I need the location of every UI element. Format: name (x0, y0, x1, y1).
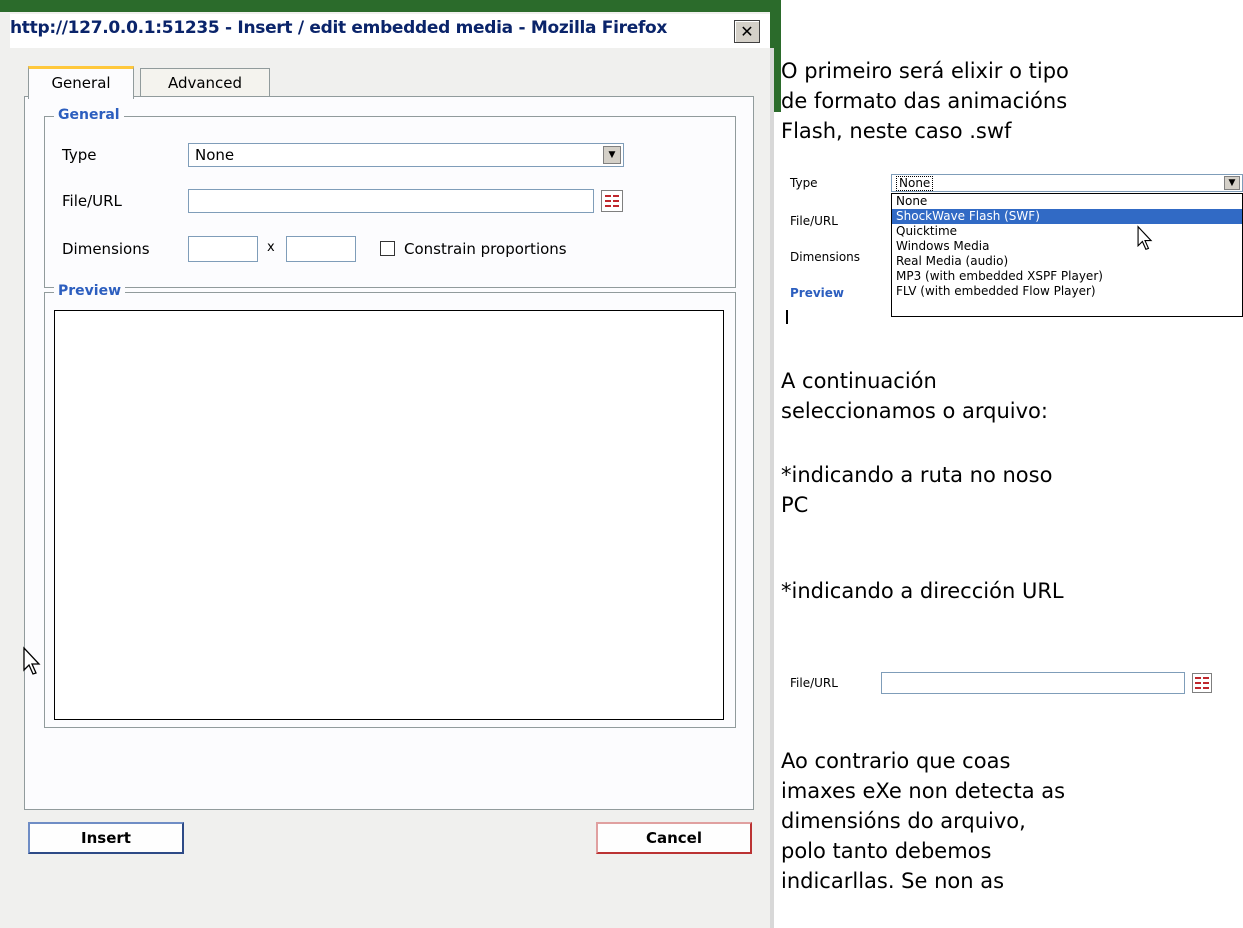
text-line: de formato das animacións (781, 89, 1068, 113)
text-line: Ao contrario que coas (781, 749, 1011, 773)
close-icon: ✕ (740, 22, 754, 41)
cancel-button[interactable]: Cancel (596, 822, 752, 854)
window-frame (0, 0, 781, 12)
text-line: O primeiro será elixir o tipo (781, 59, 1069, 83)
preview-area (54, 310, 724, 720)
snapshot-type-select[interactable]: None ▼ (891, 174, 1243, 192)
instruction-paragraph-4: *indicando a dirección URL (781, 579, 1064, 603)
tab-advanced[interactable]: Advanced (140, 68, 270, 97)
file-url-input[interactable] (188, 189, 594, 213)
tab-general[interactable]: General (28, 66, 134, 99)
instruction-paragraph-2: A continuación seleccionamos o arquivo: (781, 366, 1221, 426)
text-line: seleccionamos o arquivo: (781, 399, 1048, 423)
type-select-value: None (195, 146, 235, 164)
constrain-label: Constrain proportions (404, 240, 567, 258)
option-real-media[interactable]: Real Media (audio) (892, 254, 1242, 269)
height-input[interactable] (286, 236, 356, 262)
option-flv[interactable]: FLV (with embedded Flow Player) (892, 284, 1242, 299)
instruction-paragraph-3: *indicando a ruta no noso PC (781, 460, 1221, 520)
dimensions-separator: x (267, 240, 275, 255)
instruction-paragraph-1: O primeiro será elixir o tipo de formato… (781, 56, 1221, 146)
snapshot-file-label: File/URL (790, 214, 838, 228)
browse-icon[interactable] (601, 190, 623, 212)
option-none[interactable]: None (892, 194, 1242, 209)
option-windows-media[interactable]: Windows Media (892, 239, 1242, 254)
snapshot-type-label: Type (790, 176, 818, 190)
snapshot-preview-edge (786, 310, 788, 324)
text-line: polo tanto debemos (781, 839, 992, 863)
mouse-cursor-icon (23, 646, 41, 675)
divider (770, 48, 774, 928)
constrain-checkbox[interactable] (380, 241, 395, 256)
mouse-cursor-icon (1137, 225, 1153, 250)
snapshot2-file-input[interactable] (881, 672, 1185, 694)
preview-legend: Preview (54, 283, 126, 299)
option-mp3[interactable]: MP3 (with embedded XSPF Player) (892, 269, 1242, 284)
type-select[interactable]: None ▼ (188, 143, 624, 167)
type-label: Type (62, 146, 97, 164)
text-line: PC (781, 493, 809, 517)
width-input[interactable] (188, 236, 258, 262)
text-line: indicarllas. Se non as (781, 869, 1005, 893)
dimensions-label: Dimensions (62, 240, 150, 258)
text-line: Flash, neste caso .swf (781, 119, 1012, 143)
snapshot2-file-label: File/URL (790, 676, 838, 690)
chevron-down-icon[interactable]: ▼ (603, 146, 621, 164)
text-line: dimensións do arquivo, (781, 809, 1026, 833)
window-title: http://127.0.0.1:51235 - Insert / edit e… (10, 18, 668, 38)
snapshot-dimensions-label: Dimensions (790, 250, 861, 264)
instruction-paragraph-5: Ao contrario que coas imaxes eXe non det… (781, 746, 1221, 896)
snapshot-type-value: None (896, 176, 934, 191)
file-url-label: File/URL (62, 192, 122, 210)
text-line: *indicando a ruta no noso (781, 463, 1053, 487)
browse-icon[interactable] (1192, 673, 1212, 693)
insert-button[interactable]: Insert (28, 822, 184, 854)
title-bar: http://127.0.0.1:51235 - Insert / edit e… (10, 14, 770, 48)
general-legend: General (54, 107, 124, 123)
option-quicktime[interactable]: Quicktime (892, 224, 1242, 239)
snapshot-type-options: None ShockWave Flash (SWF) Quicktime Win… (891, 193, 1243, 317)
text-line: A continuación (781, 369, 937, 393)
snapshot-preview-legend: Preview (790, 286, 845, 300)
chevron-down-icon[interactable]: ▼ (1224, 176, 1240, 190)
text-line: imaxes eXe non detecta as (781, 779, 1066, 803)
close-button[interactable]: ✕ (734, 20, 760, 43)
option-swf[interactable]: ShockWave Flash (SWF) (892, 209, 1242, 224)
